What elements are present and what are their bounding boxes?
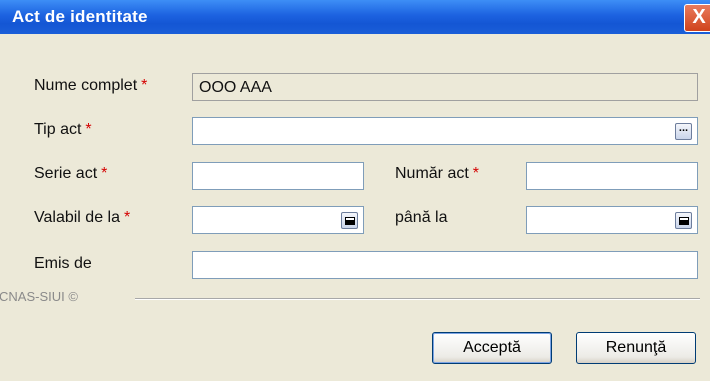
calendar-icon[interactable] [341, 212, 358, 229]
identity-document-dialog: Act de identitate X Nume complet * OOO AA… [0, 0, 710, 381]
full-name-value: OOO AAA [199, 79, 272, 96]
number-field[interactable] [526, 162, 698, 190]
divider [135, 298, 700, 299]
required-mark: * [85, 121, 92, 138]
valid-from-label: Valabil de la * [34, 209, 131, 226]
dialog-title: Act de identitate [12, 7, 148, 26]
document-type-field[interactable]: ... [192, 117, 698, 145]
required-mark: * [123, 209, 131, 226]
close-icon: X [692, 6, 706, 28]
issued-by-label: Emis de [34, 255, 92, 272]
required-mark: * [141, 77, 148, 94]
required-mark: * [472, 165, 480, 182]
issued-by-field[interactable] [192, 251, 698, 279]
cancel-button[interactable]: Renunţă [576, 332, 696, 364]
required-mark: * [101, 165, 108, 182]
series-field[interactable] [192, 162, 364, 190]
valid-from-field[interactable] [192, 206, 364, 234]
copyright-text: CNAS-SIUI © [0, 289, 78, 304]
close-button[interactable]: X [684, 4, 710, 32]
ellipsis-icon[interactable]: ... [675, 123, 692, 140]
accept-button[interactable]: Acceptă [432, 332, 552, 364]
valid-until-label: până la [395, 209, 448, 226]
number-label: Număr act * [395, 165, 480, 182]
series-label: Serie act * [34, 165, 108, 182]
document-type-label: Tip act * [34, 121, 92, 138]
full-name-label: Nume complet * [34, 77, 148, 94]
calendar-icon[interactable] [675, 212, 692, 229]
title-bar: Act de identitate X [0, 0, 710, 34]
full-name-field: OOO AAA [192, 73, 698, 101]
valid-until-field[interactable] [526, 206, 698, 234]
